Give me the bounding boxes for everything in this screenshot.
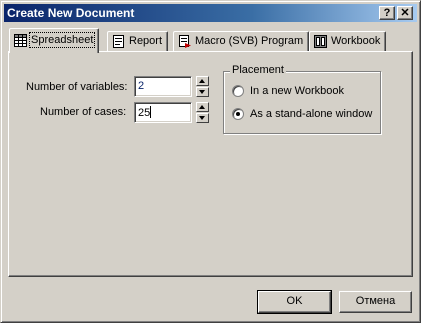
cases-spin-up-button[interactable] xyxy=(196,102,209,112)
tab-workbook-label: Workbook xyxy=(331,35,381,47)
tab-report-label: Report xyxy=(129,35,163,47)
placement-option-standalone[interactable]: As a stand-alone window xyxy=(232,108,372,120)
text-caret xyxy=(150,106,152,118)
spreadsheet-icon xyxy=(14,34,27,47)
ok-button[interactable]: OK xyxy=(257,290,332,314)
cases-label: Number of cases: xyxy=(40,106,127,118)
arrow-down-icon xyxy=(199,116,205,120)
help-button[interactable]: ? xyxy=(379,6,395,20)
arrow-up-icon xyxy=(199,79,205,83)
variables-label: Number of variables: xyxy=(26,81,128,93)
placement-option-label: As a stand-alone window xyxy=(250,108,373,120)
placement-option-label: In a new Workbook xyxy=(250,85,344,97)
variables-spin-down-button[interactable] xyxy=(196,87,209,97)
variables-input[interactable]: 2 xyxy=(134,76,192,97)
tab-macro[interactable]: Macro (SVB) Program xyxy=(173,31,310,51)
arrow-down-icon xyxy=(199,90,205,94)
arrow-up-icon xyxy=(199,105,205,109)
placement-title: Placement xyxy=(230,64,286,76)
spreadsheet-panel: Number of variables: 2 Number of cases: … xyxy=(8,51,413,277)
title-bar[interactable]: Create New Document ? ✕ xyxy=(4,4,417,22)
tab-spreadsheet-label: Spreadsheet xyxy=(28,32,96,48)
variables-spin-up-button[interactable] xyxy=(196,76,209,86)
cases-input-value: 25 xyxy=(138,107,151,119)
cases-spinner[interactable] xyxy=(196,102,209,123)
cases-input[interactable]: 25 xyxy=(134,102,192,123)
placement-option-new-workbook[interactable]: In a new Workbook xyxy=(232,85,344,97)
report-icon xyxy=(113,35,124,48)
workbook-icon xyxy=(314,35,327,48)
dialog-window: Create New Document ? ✕ Spreadsheet Repo… xyxy=(0,0,421,323)
variables-spinner[interactable] xyxy=(196,76,209,97)
cancel-button[interactable]: Отмена xyxy=(339,291,412,313)
tab-macro-label: Macro (SVB) Program xyxy=(195,35,304,47)
cases-spin-down-button[interactable] xyxy=(196,113,209,123)
radio-button[interactable] xyxy=(232,85,244,97)
tab-workbook[interactable]: Workbook xyxy=(309,31,387,51)
dialog-title: Create New Document xyxy=(7,6,135,20)
tab-report[interactable]: Report xyxy=(107,31,169,51)
close-button[interactable]: ✕ xyxy=(397,6,413,20)
placement-group: Placement In a new Workbook As a stand-a… xyxy=(223,64,381,134)
radio-button-checked[interactable] xyxy=(232,108,244,120)
macro-icon xyxy=(179,35,191,48)
tab-spreadsheet[interactable]: Spreadsheet xyxy=(9,28,100,53)
